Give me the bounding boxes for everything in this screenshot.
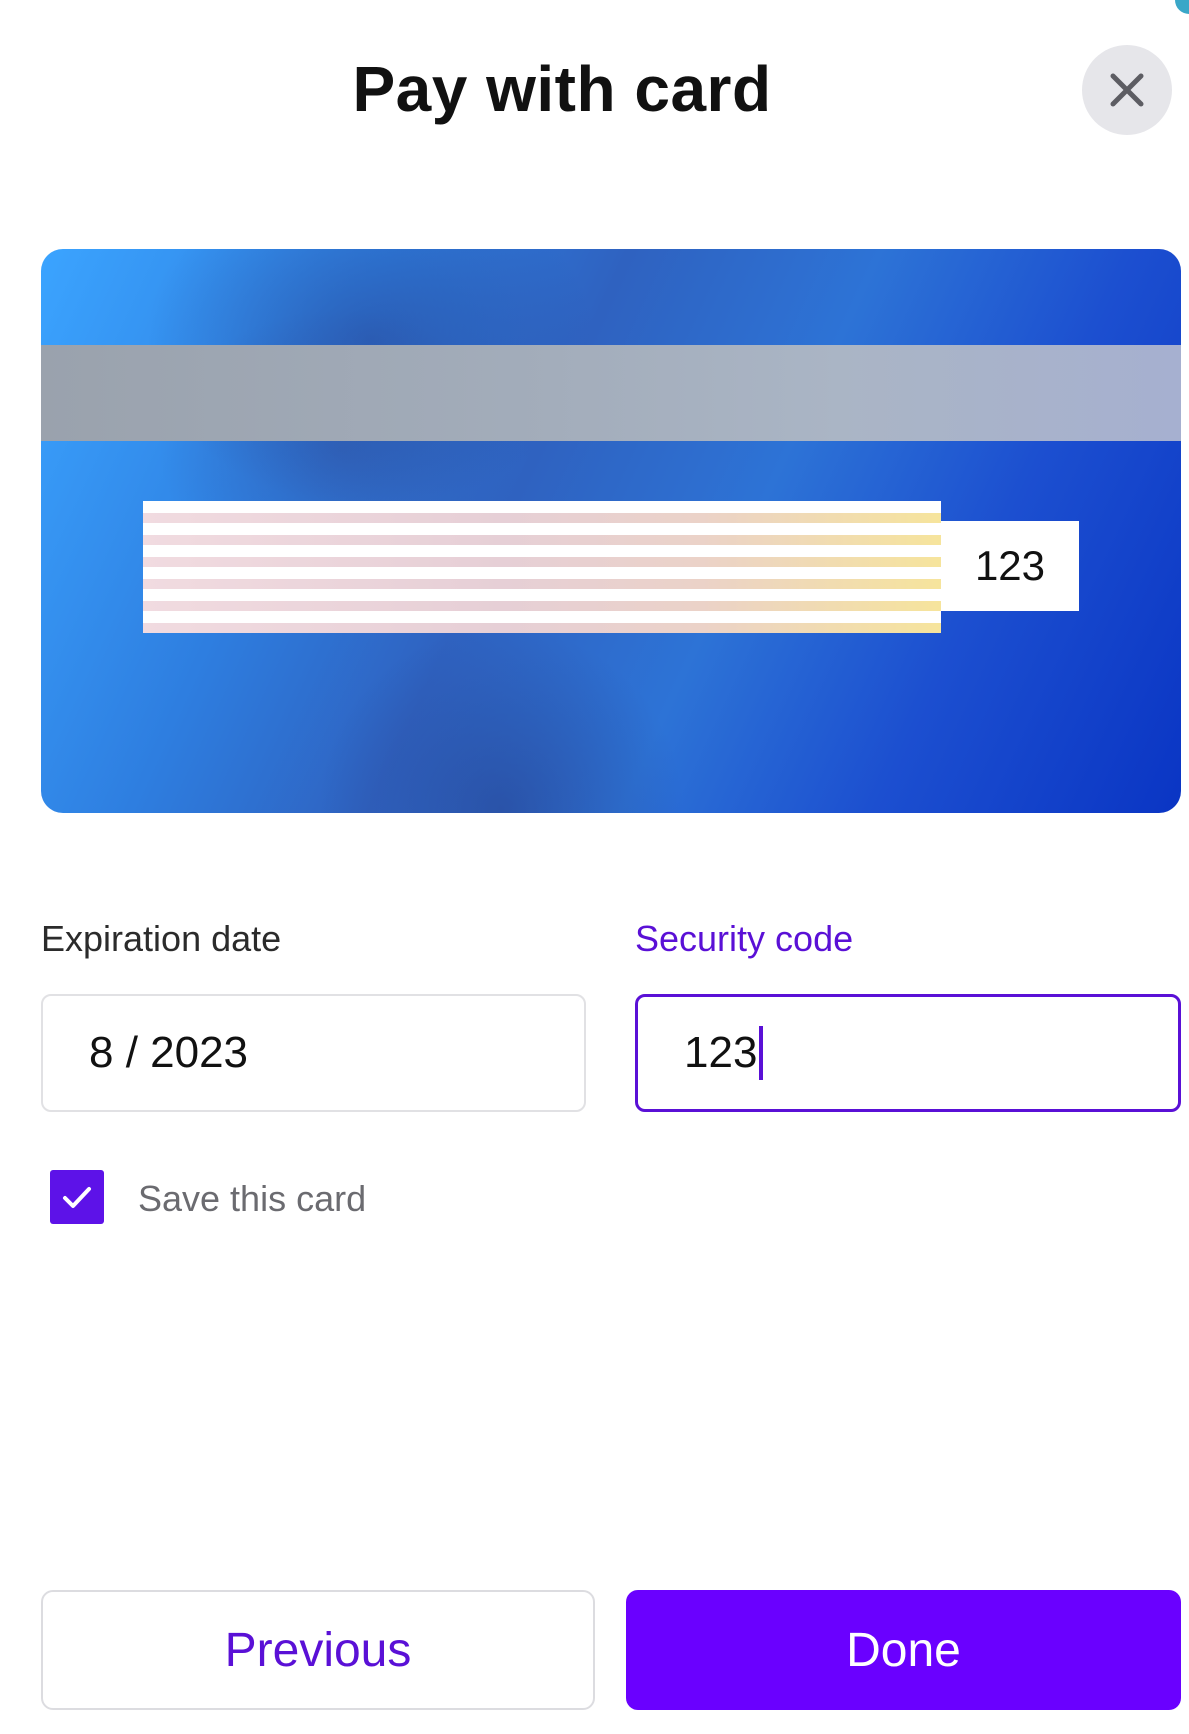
expiration-date-value: 8 / 2023	[89, 1028, 249, 1077]
text-caret	[759, 1026, 764, 1080]
card-cvv-display: 123	[941, 521, 1079, 611]
close-icon	[1110, 73, 1144, 107]
card-back-preview: 123	[41, 249, 1181, 813]
dialog-title: Pay with card	[352, 53, 772, 125]
expiration-date-input[interactable]: 8 / 2023	[41, 994, 586, 1112]
corner-accent	[1175, 0, 1189, 14]
magnetic-stripe	[41, 345, 1181, 441]
security-code-input[interactable]: 123	[635, 994, 1181, 1112]
check-icon	[63, 1187, 91, 1208]
signature-strip	[143, 501, 941, 633]
save-card-label: Save this card	[138, 1178, 367, 1219]
security-code-value: 123	[684, 1028, 758, 1077]
expiration-date-label: Expiration date	[41, 918, 282, 959]
close-button[interactable]	[1082, 45, 1172, 135]
done-button[interactable]: Done	[626, 1590, 1181, 1710]
save-card-checkbox[interactable]	[50, 1170, 104, 1224]
pay-with-card-dialog: Pay with card 123 Expiration date Securi…	[0, 0, 1189, 1734]
security-code-label: Security code	[635, 918, 854, 959]
previous-button[interactable]: Previous	[41, 1590, 595, 1710]
